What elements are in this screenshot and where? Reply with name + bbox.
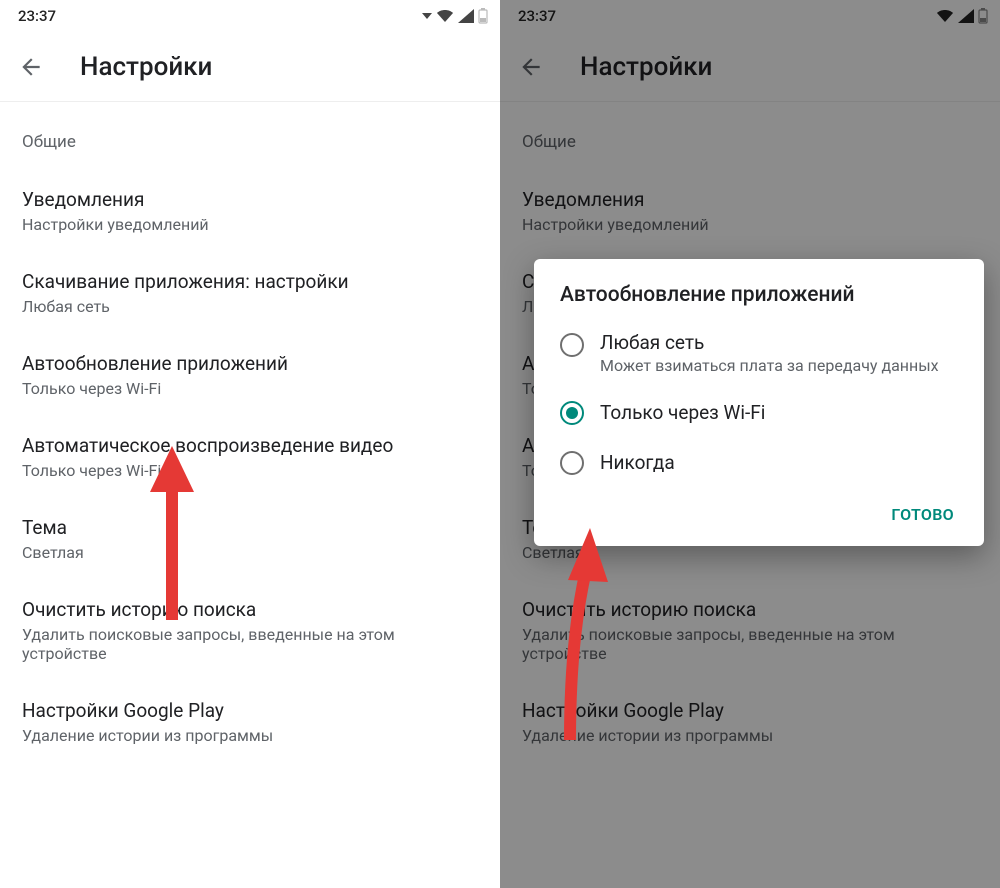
setting-autoplay[interactable]: Автоматическое воспроизведение видео Тол…	[0, 416, 500, 498]
setting-google-play[interactable]: Настройки Google Play Удаление истории и…	[0, 681, 500, 763]
autoupdate-dialog: Автообновление приложений Любая сеть Мож…	[534, 259, 984, 546]
radio-icon	[560, 451, 584, 475]
setting-name: Настройки Google Play	[22, 699, 478, 722]
setting-clear-history[interactable]: Очистить историю поиска Удалить поисковы…	[0, 580, 500, 681]
option-label: Любая сеть	[600, 331, 939, 354]
settings-list[interactable]: Общие Уведомления Настройки уведомлений …	[0, 102, 500, 763]
setting-sub: Удаление истории из программы	[22, 726, 478, 745]
option-label: Никогда	[600, 451, 675, 474]
back-icon[interactable]	[18, 54, 44, 80]
status-time: 23:37	[18, 7, 56, 25]
dialog-scrim[interactable]: Автообновление приложений Любая сеть Мож…	[500, 0, 1000, 888]
setting-sub: Светлая	[22, 543, 478, 562]
section-label: Общие	[0, 122, 500, 170]
done-button[interactable]: ГОТОВО	[879, 497, 966, 532]
status-icons	[422, 8, 488, 24]
screen-bg: 23:37 Настройки Общие Уведомления Настро…	[0, 0, 500, 888]
cell-signal-icon	[458, 9, 474, 23]
setting-theme[interactable]: Тема Светлая	[0, 498, 500, 580]
setting-download[interactable]: Скачивание приложения: настройки Любая с…	[0, 252, 500, 334]
phone-left: 23:37 Настройки Общие Уведомления Настро…	[0, 0, 500, 888]
setting-name: Автообновление приложений	[22, 352, 478, 375]
setting-sub: Только через Wi-Fi	[22, 461, 478, 480]
setting-autoupdate[interactable]: Автообновление приложений Только через W…	[0, 334, 500, 416]
setting-notifications[interactable]: Уведомления Настройки уведомлений	[0, 170, 500, 252]
caret-down-icon	[422, 11, 432, 21]
option-label: Только через Wi-Fi	[600, 401, 765, 424]
status-bar: 23:37	[0, 0, 500, 32]
wifi-icon	[436, 9, 454, 23]
setting-name: Скачивание приложения: настройки	[22, 270, 478, 293]
setting-sub: Настройки уведомлений	[22, 215, 478, 234]
setting-sub: Удалить поисковые запросы, введенные на …	[22, 625, 478, 663]
radio-option-any-network[interactable]: Любая сеть Может взиматься плата за пере…	[534, 319, 984, 387]
app-bar: Настройки	[0, 32, 500, 102]
battery-icon	[478, 8, 488, 24]
radio-icon	[560, 333, 584, 357]
setting-name: Тема	[22, 516, 478, 539]
radio-option-never[interactable]: Никогда	[534, 437, 984, 487]
dialog-actions: ГОТОВО	[534, 487, 984, 532]
phone-right: 23:37 Настройки Общие Уведомления Настро…	[500, 0, 1000, 888]
page-title: Настройки	[80, 52, 212, 82]
radio-option-wifi-only[interactable]: Только через Wi-Fi	[534, 387, 984, 437]
setting-name: Автоматическое воспроизведение видео	[22, 434, 478, 457]
setting-name: Уведомления	[22, 188, 478, 211]
option-sub: Может взиматься плата за передачу данных	[600, 356, 939, 375]
dialog-title: Автообновление приложений	[534, 283, 984, 319]
setting-sub: Любая сеть	[22, 297, 478, 316]
radio-icon	[560, 401, 584, 425]
setting-name: Очистить историю поиска	[22, 598, 478, 621]
setting-sub: Только через Wi-Fi	[22, 379, 478, 398]
